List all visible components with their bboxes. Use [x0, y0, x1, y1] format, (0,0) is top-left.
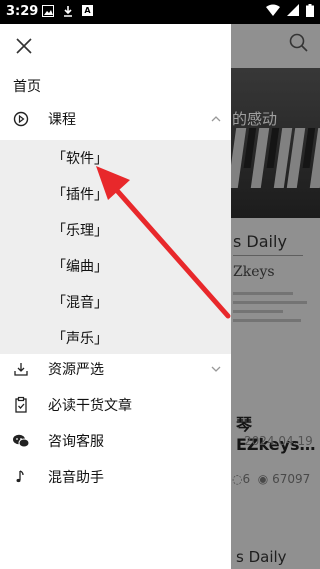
- battery-icon: [306, 4, 314, 17]
- submenu-item-music-theory[interactable]: 「乐理」: [52, 220, 108, 240]
- navigation-drawer: 首页 课程 「软件」 「插件」 「乐理」 「编曲」 「混音」 「声乐」 资源严选…: [0, 24, 231, 569]
- music-note-icon: [16, 470, 24, 483]
- chevron-down-icon: [211, 366, 221, 372]
- wechat-icon: [13, 434, 30, 448]
- nav-item-course-label: 课程: [48, 112, 76, 128]
- chevron-up-icon: [211, 116, 221, 122]
- wifi-icon: [266, 4, 280, 16]
- submenu-item-vocal[interactable]: 「声乐」: [52, 328, 108, 348]
- nav-item-mixing-assistant[interactable]: 混音助手: [0, 459, 231, 495]
- submenu-item-mixing[interactable]: 「混音」: [52, 292, 108, 312]
- close-icon[interactable]: [14, 36, 34, 56]
- nav-item-service-label: 咨询客服: [48, 434, 104, 450]
- nav-item-articles-label: 必读干货文章: [48, 398, 132, 414]
- nav-item-home[interactable]: 首页: [13, 76, 41, 96]
- nav-item-resources-label: 资源严选: [48, 362, 104, 378]
- clipboard-check-icon: [15, 396, 27, 413]
- app-a-icon: A: [82, 5, 93, 16]
- nav-item-service[interactable]: 咨询客服: [0, 423, 231, 459]
- nav-item-course[interactable]: 课程: [0, 101, 231, 137]
- nav-item-resources[interactable]: 资源严选: [0, 351, 231, 387]
- signal-icon: [287, 4, 299, 16]
- status-time: 3:29: [6, 4, 39, 19]
- submenu-item-arrangement[interactable]: 「编曲」: [52, 256, 108, 276]
- download-icon: [64, 6, 72, 17]
- submenu-item-plugins[interactable]: 「插件」: [52, 184, 108, 204]
- photo-icon: [42, 5, 54, 17]
- nav-item-mixing-assistant-label: 混音助手: [48, 470, 104, 486]
- status-bar: 3:29 A: [0, 0, 320, 24]
- play-circle-icon: [13, 111, 29, 127]
- download-tray-icon: [14, 363, 28, 376]
- course-submenu: 「软件」 「插件」 「乐理」 「编曲」 「混音」 「声乐」: [0, 140, 231, 354]
- nav-item-articles[interactable]: 必读干货文章: [0, 387, 231, 423]
- submenu-item-software[interactable]: 「软件」: [52, 148, 108, 168]
